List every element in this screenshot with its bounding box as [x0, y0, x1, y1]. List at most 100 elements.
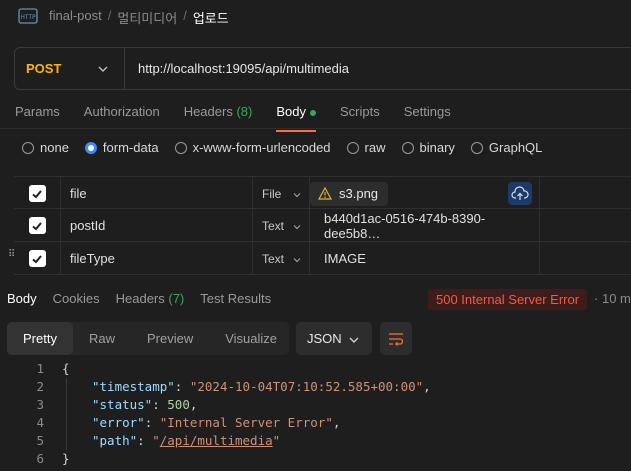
code-text: "error": "Internal Server Error",: [92, 415, 341, 430]
tab-settings[interactable]: Settings: [404, 104, 451, 129]
value-cell[interactable]: IMAGE: [310, 242, 540, 275]
line-number: 1: [36, 361, 44, 376]
meta-dot: ·: [594, 291, 599, 306]
file-chip[interactable]: s3.png: [310, 181, 389, 206]
format-select[interactable]: JSON: [296, 322, 372, 355]
radio-label: x-www-form-urlencoded: [192, 140, 331, 155]
wrap-lines-icon: [389, 332, 404, 346]
check-icon: [32, 221, 42, 230]
radio-label: form-data: [102, 140, 159, 155]
json-key: "timestamp": [92, 379, 175, 394]
radio-circle: [470, 141, 483, 154]
radio-form-data[interactable]: form-data: [84, 140, 159, 155]
json-string: "2024-10-04T07:10:52.585+00:00": [189, 379, 424, 394]
method-label: POST: [26, 61, 62, 76]
svg-text:HTTP: HTTP: [20, 14, 36, 21]
row-checkbox[interactable]: [28, 217, 46, 234]
body-type-radios: none form-data x-www-form-urlencoded raw…: [22, 140, 558, 155]
request-bar: POST http://localhost:19095/api/multimed…: [14, 47, 631, 90]
headers-count: (7): [168, 291, 185, 306]
radio-circle: [346, 141, 359, 154]
view-visualize[interactable]: Visualize: [209, 322, 293, 355]
tab-authorization[interactable]: Authorization: [84, 104, 160, 129]
response-time: · 10 m: [594, 291, 631, 306]
line-number: 3: [36, 397, 44, 412]
breadcrumb-collection[interactable]: final-post: [49, 8, 102, 27]
radio-binary[interactable]: binary: [401, 140, 455, 155]
radio-circle: [401, 141, 414, 154]
tab-headers[interactable]: Headers (8): [184, 104, 253, 129]
breadcrumb-separator: /: [107, 8, 112, 23]
radio-circle-selected: [84, 141, 97, 154]
type-select[interactable]: File: [253, 177, 310, 210]
type-select[interactable]: Text: [253, 242, 310, 275]
json-link[interactable]: /api/multimedia: [160, 433, 273, 448]
radio-urlencoded[interactable]: x-www-form-urlencoded: [174, 140, 331, 155]
cloud-upload-icon: [511, 185, 529, 200]
table-row: file File s3.png: [14, 176, 631, 210]
tab-label: Authorization: [83, 104, 160, 119]
json-number: 500: [167, 397, 190, 412]
key-cell[interactable]: postId: [61, 209, 253, 242]
code-line: 1{: [0, 360, 631, 378]
table-row: postId Text b440d1ac-0516-474b-8390-dee5…: [14, 209, 631, 242]
code-line: 4 "error": "Internal Server Error",: [0, 414, 631, 432]
tab-test-results[interactable]: Test Results: [200, 291, 271, 306]
chevron-down-icon: [348, 334, 360, 349]
tab-params[interactable]: Params: [15, 104, 60, 129]
json-string: "Internal Server Error": [159, 415, 333, 430]
code-text: "timestamp": "2024-10-04T07:10:52.585+00…: [92, 379, 431, 394]
row-checkbox[interactable]: [28, 250, 46, 267]
body-indicator-dot: [309, 109, 316, 116]
tab-label: Headers: [115, 291, 165, 306]
checkbox-cell: [14, 177, 61, 210]
json-key: "error": [92, 415, 145, 430]
http-icon: HTTP: [18, 6, 38, 26]
type-label: Text: [262, 251, 285, 266]
radio-graphql[interactable]: GraphQL: [470, 140, 543, 155]
radio-none[interactable]: none: [22, 140, 69, 155]
response-json[interactable]: 1{ 2 "timestamp": "2024-10-04T07:10:52.58…: [0, 360, 631, 468]
table-row: ⠿ fileType Text IMAGE: [8, 242, 631, 275]
code-line: 6}: [0, 450, 631, 468]
key-cell[interactable]: file: [61, 177, 253, 210]
upload-file-button[interactable]: [508, 182, 532, 205]
warning-icon: [318, 187, 332, 200]
view-pretty[interactable]: Pretty: [7, 322, 73, 355]
view-preview[interactable]: Preview: [131, 322, 209, 355]
breadcrumb-folder[interactable]: 멀티미디어: [117, 8, 177, 27]
value-cell[interactable]: b440d1ac-0516-474b-8390-dee5b8…: [310, 209, 540, 242]
url-input[interactable]: http://localhost:19095/api/multimedia: [125, 61, 349, 76]
tab-label: Scripts: [339, 104, 380, 119]
drag-handle-icon[interactable]: ⠿: [8, 250, 15, 260]
tab-body[interactable]: Body: [276, 104, 316, 132]
key-cell[interactable]: fileType: [61, 242, 253, 275]
tab-label: Params: [15, 104, 60, 119]
tab-response-headers[interactable]: Headers (7): [116, 291, 185, 306]
chevron-down-icon: [292, 189, 302, 203]
line-number: 5: [36, 433, 44, 448]
wrap-lines-button[interactable]: [380, 322, 412, 355]
breadcrumb-request[interactable]: 업로드: [193, 8, 229, 27]
check-icon: [32, 254, 42, 263]
tab-cookies[interactable]: Cookies: [53, 291, 100, 306]
value-cell: s3.png: [310, 177, 540, 210]
radio-label: GraphQL: [488, 140, 543, 155]
checkbox-cell: [14, 209, 61, 242]
code-text: "status": 500,: [92, 397, 198, 412]
radio-label: raw: [364, 140, 386, 155]
view-mode-bar: Pretty Raw Preview Visualize: [7, 322, 289, 355]
response-time-value: 10 m: [601, 291, 631, 306]
view-raw[interactable]: Raw: [73, 322, 131, 355]
tab-response-body[interactable]: Body: [7, 291, 37, 306]
type-select[interactable]: Text: [253, 209, 310, 242]
tab-scripts[interactable]: Scripts: [340, 104, 380, 129]
line-number: 4: [36, 415, 44, 430]
json-key: "path": [92, 433, 138, 448]
status-badge[interactable]: 500 Internal Server Error: [428, 289, 588, 310]
code-line: 2 "timestamp": "2024-10-04T07:10:52.585+0…: [0, 378, 631, 396]
radio-raw[interactable]: raw: [346, 140, 386, 155]
row-checkbox[interactable]: [28, 185, 46, 202]
headers-count: (8): [236, 104, 253, 119]
method-select[interactable]: POST: [15, 48, 125, 89]
